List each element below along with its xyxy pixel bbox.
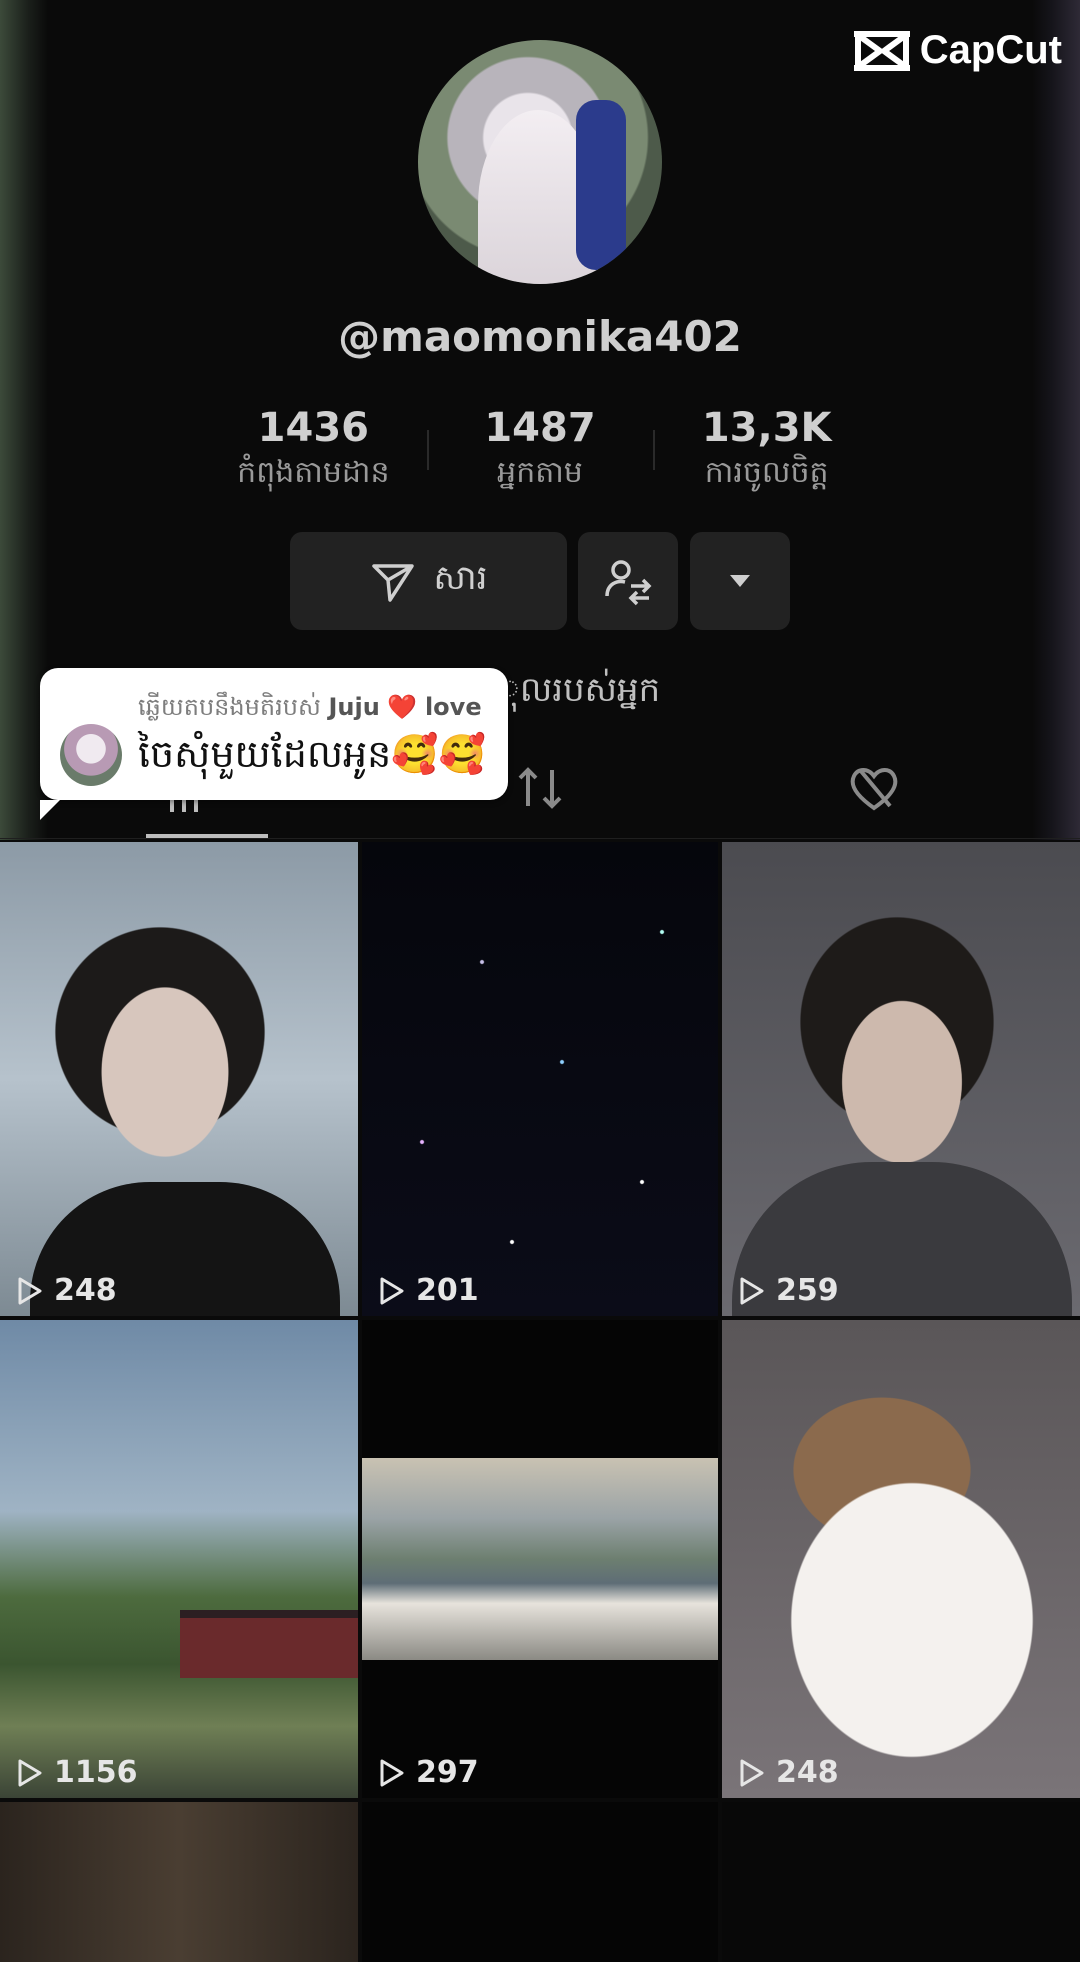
commenter-avatar: [60, 724, 122, 786]
video-thumbnail[interactable]: 1156: [0, 1320, 358, 1798]
follow-toggle-button[interactable]: [578, 532, 678, 630]
view-count-value: 297: [416, 1755, 479, 1790]
view-count-value: 259: [776, 1273, 839, 1308]
video-thumbnail[interactable]: [0, 1802, 358, 1962]
view-count-value: 248: [776, 1755, 839, 1790]
reply-header: ឆ្លើយតបនឹងមតិរបស់ Juju ❤️ love: [138, 692, 482, 727]
thumbnail-shape: [180, 1610, 358, 1678]
stat-likes[interactable]: 13,3K ការចូលចិត្ត: [653, 405, 880, 497]
play-icon: [740, 1759, 764, 1786]
play-icon: [740, 1277, 764, 1304]
reply-message: ចៃសុំមួយដែលអូន🥰🥰: [138, 732, 486, 776]
reply-comment-bubble: ឆ្លើយតបនឹងមតិរបស់ Juju ❤️ love ចៃសុំមួយដ…: [40, 668, 508, 820]
thumbnail-image: [362, 1458, 718, 1660]
video-thumbnail[interactable]: [722, 1802, 1080, 1962]
profile-stats: 1436 កំពុងតាមដាន 1487 អ្នកតាម 13,3K ការច…: [200, 405, 880, 497]
stat-followers[interactable]: 1487 អ្នកតាម: [426, 405, 654, 497]
stat-following-value: 1436: [257, 405, 369, 451]
view-count: 248: [736, 1755, 839, 1790]
video-thumbnail[interactable]: 248: [722, 1320, 1080, 1798]
message-button-label: សារ: [433, 558, 488, 598]
play-icon: [380, 1759, 404, 1786]
video-thumbnail[interactable]: 201: [362, 842, 718, 1316]
video-thumbnail[interactable]: 259: [722, 842, 1080, 1316]
view-count-value: 201: [416, 1273, 479, 1308]
more-dropdown-button[interactable]: [690, 532, 790, 630]
avatar-figure-secondary: [576, 100, 626, 270]
view-count-value: 248: [54, 1273, 117, 1308]
view-count-value: 1156: [54, 1755, 138, 1790]
video-thumbnail[interactable]: [362, 1802, 718, 1962]
reply-user: Juju: [328, 693, 380, 721]
caret-down-icon: [730, 575, 750, 587]
view-count: 1156: [14, 1755, 138, 1790]
tab-reposts-icon[interactable]: [512, 760, 568, 816]
stat-followers-value: 1487: [484, 405, 596, 451]
video-thumbnail[interactable]: 297: [362, 1320, 718, 1798]
stat-likes-label: ការចូលចិត្ត: [704, 455, 829, 490]
send-icon: [371, 564, 414, 602]
play-icon: [18, 1759, 42, 1786]
reply-prefix: ឆ្លើយតបនឹងមតិរបស់: [138, 693, 321, 721]
capcut-watermark: CapCut: [853, 28, 1062, 73]
stat-following[interactable]: 1436 កំពុងតាមដាន: [200, 405, 427, 497]
reply-suffix: love: [424, 693, 482, 721]
capcut-brand-text: CapCut: [919, 28, 1062, 72]
view-count: 297: [376, 1755, 479, 1790]
profile-bio: ុលរបស់អ្នក: [500, 670, 661, 710]
play-icon: [18, 1277, 42, 1304]
stat-followers-label: អ្នកតាម: [497, 455, 583, 490]
stat-likes-value: 13,3K: [701, 405, 832, 451]
view-count: 259: [736, 1273, 839, 1308]
message-button[interactable]: សារ: [290, 532, 567, 630]
tabs-divider: [0, 838, 1080, 839]
profile-username: @maomonika402: [338, 312, 742, 361]
background-edge-right: [1032, 0, 1080, 840]
stat-following-label: កំពុងតាមដាន: [237, 455, 390, 490]
capcut-logo-icon: [853, 30, 910, 71]
user-swap-icon: [605, 560, 652, 606]
tab-liked-hidden-icon[interactable]: [846, 760, 902, 816]
view-count: 201: [376, 1273, 479, 1308]
play-icon: [380, 1277, 404, 1304]
view-count: 248: [14, 1273, 117, 1308]
heart-icon: ❤️: [387, 693, 418, 721]
video-thumbnail[interactable]: 248: [0, 842, 358, 1316]
profile-avatar[interactable]: [418, 40, 662, 284]
